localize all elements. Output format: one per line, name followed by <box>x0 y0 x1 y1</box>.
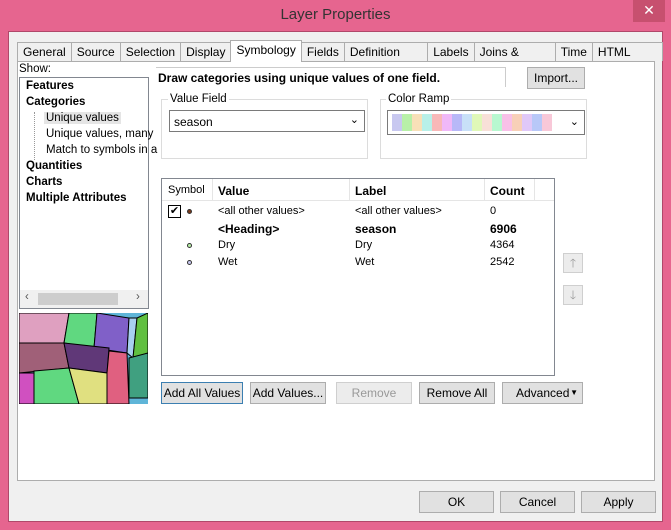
tree-unique-values[interactable]: Unique values <box>44 112 121 124</box>
ramp-swatch <box>502 114 512 131</box>
col-symbol[interactable]: Symbol <box>168 184 205 196</box>
move-down-button[interactable]: 🡓 <box>563 285 583 305</box>
tree-match-symbols[interactable]: Match to symbols in a <box>46 144 157 156</box>
point-symbol-icon[interactable] <box>187 209 192 214</box>
move-up-button[interactable]: 🡑 <box>563 253 583 273</box>
row-count: 4364 <box>490 239 515 251</box>
scroll-right-icon[interactable]: › <box>136 291 140 303</box>
checkbox[interactable]: ✔ <box>168 205 181 218</box>
row-label[interactable]: season <box>355 222 396 236</box>
color-ramp-label: Color Ramp <box>386 93 452 105</box>
ramp-swatch <box>482 114 492 131</box>
tab-html-popup[interactable]: HTML Popup <box>591 42 663 73</box>
scroll-left-icon[interactable]: ‹ <box>25 291 29 303</box>
ramp-swatch <box>512 114 522 131</box>
cancel-button[interactable]: Cancel <box>500 491 575 513</box>
row-count: 0 <box>490 205 497 217</box>
remove-button[interactable]: Remove <box>336 382 412 404</box>
row-value: Wet <box>218 256 238 268</box>
horizontal-scrollbar[interactable]: ‹ › <box>20 290 148 308</box>
row-label[interactable]: Wet <box>355 256 374 268</box>
ramp-swatch <box>532 114 542 131</box>
value-field-value: season <box>174 115 213 129</box>
ramp-swatch <box>442 114 452 131</box>
import-button[interactable]: Import... <box>527 67 585 89</box>
col-count[interactable]: Count <box>490 184 525 198</box>
symbol-preview-map <box>19 313 148 404</box>
row-label[interactable]: <all other values> <box>355 205 442 217</box>
tab-general[interactable]: General <box>17 42 72 61</box>
row-value: <all other values> <box>218 205 305 217</box>
color-ramp-select[interactable]: ⌄ <box>387 110 585 135</box>
tree-features[interactable]: Features <box>26 80 74 92</box>
ok-button[interactable]: OK <box>419 491 494 513</box>
tab-bar: General Source Selection Display Symbology Fi… <box>17 40 663 73</box>
row-count: 2542 <box>490 256 515 268</box>
tree-charts[interactable]: Charts <box>26 176 62 188</box>
ramp-swatch <box>522 114 532 131</box>
ramp-swatch <box>412 114 422 131</box>
tab-time[interactable]: Time <box>554 42 593 61</box>
ramp-swatch <box>392 114 402 131</box>
advanced-button[interactable]: Advanced ▼ <box>502 382 583 404</box>
symbology-panel: Show: Features Categories Unique values … <box>17 61 655 481</box>
tab-fields[interactable]: Fields <box>300 42 345 61</box>
tree-multiple-attributes[interactable]: Multiple Attributes <box>26 192 127 204</box>
ramp-swatch <box>472 114 482 131</box>
tab-display[interactable]: Display <box>180 42 232 61</box>
close-button[interactable]: ✕ <box>633 0 665 22</box>
ramp-swatch <box>492 114 502 131</box>
tab-source[interactable]: Source <box>70 42 121 61</box>
value-field-select[interactable]: season ⌄ <box>169 110 365 132</box>
show-label: Show: <box>19 63 51 75</box>
ramp-swatch <box>402 114 412 131</box>
row-value: Dry <box>218 239 236 251</box>
tab-selection[interactable]: Selection <box>119 42 182 61</box>
dialog-body: General Source Selection Display Symbology Fi… <box>8 31 663 522</box>
value-field-label: Value Field <box>168 93 229 105</box>
tab-definition-query[interactable]: Definition Query <box>343 42 429 73</box>
chevron-down-icon: ⌄ <box>569 116 579 128</box>
add-all-values-button[interactable]: Add All Values <box>161 382 243 404</box>
row-label[interactable]: Dry <box>355 239 372 251</box>
col-value[interactable]: Value <box>218 184 249 198</box>
symbol-table: Symbol Value Label Count ✔ <all other val… <box>161 178 555 376</box>
tab-labels[interactable]: Labels <box>427 42 475 61</box>
apply-button[interactable]: Apply <box>581 491 656 513</box>
point-symbol-icon[interactable] <box>187 260 192 265</box>
ramp-swatch <box>422 114 432 131</box>
tab-joins-relates[interactable]: Joins & Relates <box>473 42 556 73</box>
col-label[interactable]: Label <box>355 184 386 198</box>
tab-symbology[interactable]: Symbology <box>230 40 302 62</box>
dropdown-arrow-icon: ▼ <box>570 388 578 397</box>
renderer-tree: Features Categories Unique values Unique… <box>19 77 157 309</box>
window-title: Layer Properties <box>280 6 391 23</box>
ramp-swatch <box>542 114 552 131</box>
chevron-down-icon: ⌄ <box>349 114 359 126</box>
ramp-swatch <box>432 114 442 131</box>
advanced-label: Advanced <box>516 386 570 400</box>
tree-quantities[interactable]: Quantities <box>26 160 82 172</box>
row-value: <Heading> <box>218 222 280 236</box>
ramp-swatch <box>452 114 462 131</box>
row-count: 6906 <box>490 222 517 236</box>
remove-all-button[interactable]: Remove All <box>419 382 495 404</box>
tree-categories[interactable]: Categories <box>26 96 85 108</box>
ramp-swatch <box>462 114 472 131</box>
add-values-button[interactable]: Add Values... <box>250 382 326 404</box>
color-ramp-swatches <box>392 114 552 131</box>
tree-unique-many[interactable]: Unique values, many <box>46 128 153 140</box>
point-symbol-icon[interactable] <box>187 243 192 248</box>
renderer-description: Draw categories using unique values of o… <box>156 67 506 87</box>
